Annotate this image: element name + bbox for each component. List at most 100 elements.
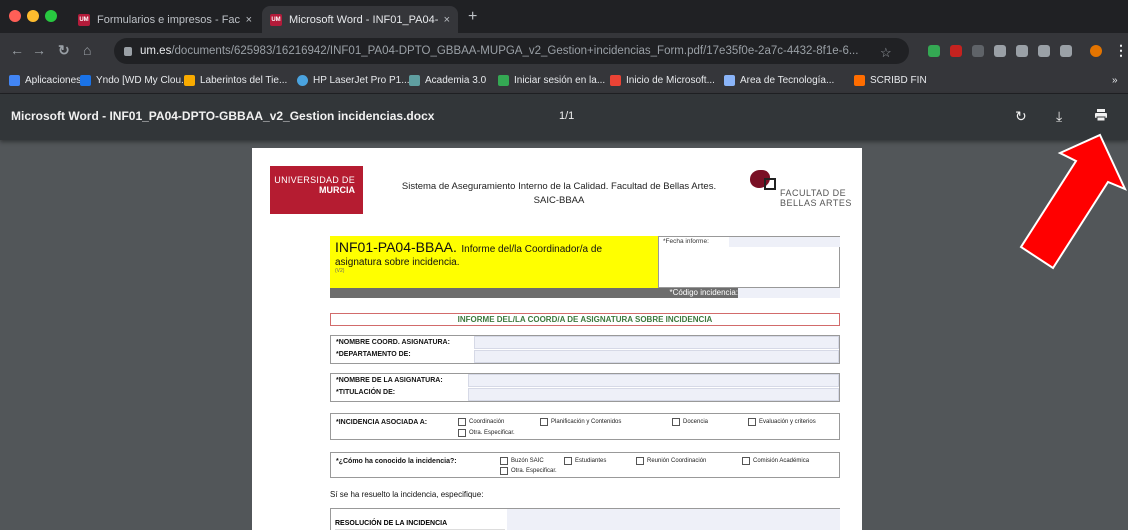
bookmark-aplicaciones[interactable]: Aplicaciones bbox=[9, 75, 81, 86]
bookmark-area-tecnologia[interactable]: Area de Tecnología... bbox=[724, 75, 834, 86]
extension-icon[interactable] bbox=[1016, 45, 1028, 57]
lock-icon bbox=[124, 46, 132, 56]
option-coordinacion[interactable]: Coordinación bbox=[458, 418, 504, 426]
bookmark-academia[interactable]: Academia 3.0 bbox=[409, 75, 486, 86]
titulacion-field[interactable] bbox=[468, 388, 839, 401]
scribd-icon bbox=[854, 75, 865, 86]
resolucion-label: RESOLUCIÓN DE LA INCIDENCIA bbox=[335, 520, 448, 527]
home-icon[interactable]: ⌂ bbox=[83, 42, 91, 58]
bookmark-label: Yndo [WD My Clou... bbox=[96, 75, 190, 86]
page-indicator: 1/1 bbox=[559, 110, 575, 122]
browser-tab-bar: UM Formularios e impresos - Faculta × UM… bbox=[0, 0, 1128, 33]
bookmark-star-icon[interactable]: ☆ bbox=[880, 45, 892, 61]
tab-formularios[interactable]: UM Formularios e impresos - Faculta × bbox=[70, 6, 260, 33]
extension-icon[interactable] bbox=[1060, 45, 1072, 57]
section-title: INFORME DEL/LA COORD/A DE ASIGNATURA SOB… bbox=[330, 313, 840, 326]
pdf-title: Microsoft Word - INF01_PA04-DPTO-GBBAA_v… bbox=[11, 109, 435, 123]
extension-icon[interactable] bbox=[928, 45, 940, 57]
faculty-line: BELLAS ARTES bbox=[780, 198, 852, 208]
bookmark-iniciar-sesion[interactable]: Iniciar sesión en la... bbox=[498, 75, 605, 86]
resolucion-field[interactable] bbox=[507, 509, 840, 530]
minimize-window-button[interactable] bbox=[27, 10, 39, 22]
option-comision[interactable]: Comisión Académica bbox=[742, 457, 809, 465]
bookmark-label: SCRIBD FIN bbox=[870, 75, 927, 86]
office-icon bbox=[610, 75, 621, 86]
rotate-icon[interactable]: ↻ bbox=[1015, 108, 1027, 125]
reload-icon[interactable]: ↻ bbox=[58, 42, 70, 59]
checkbox[interactable] bbox=[500, 467, 508, 475]
bookmark-label: Iniciar sesión en la... bbox=[514, 75, 606, 86]
checkbox[interactable] bbox=[458, 429, 466, 437]
close-tab-icon[interactable]: × bbox=[246, 14, 252, 26]
browser-menu-icon[interactable]: ⋮ bbox=[1114, 42, 1128, 59]
logo-line: MURCIA bbox=[319, 185, 355, 195]
bookmark-hp-laserjet[interactable]: HP LaserJet Pro P1... bbox=[297, 75, 410, 86]
titulacion-label: *TITULACIÓN DE: bbox=[336, 389, 396, 396]
option-label: Comisión Académica bbox=[753, 458, 810, 464]
option-evaluacion[interactable]: Evaluación y criterios bbox=[748, 418, 816, 426]
resuelto-text: Sí se ha resuelto la incidencia, especif… bbox=[330, 490, 484, 499]
extension-icon[interactable] bbox=[972, 45, 984, 57]
resolucion-group: RESOLUCIÓN DE LA INCIDENCIA bbox=[330, 508, 840, 530]
bookmark-label: HP LaserJet Pro P1... bbox=[313, 75, 410, 86]
option-otra[interactable]: Otra. Especificar. bbox=[458, 429, 515, 437]
option-otra[interactable]: Otra. Especificar. bbox=[500, 467, 557, 475]
nombre-coord-field[interactable] bbox=[474, 336, 839, 349]
codigo-incidencia-row: *Código incidencia: bbox=[330, 288, 840, 298]
bookmark-laberintos[interactable]: Laberintos del Tie... bbox=[184, 75, 287, 86]
checkbox[interactable] bbox=[636, 457, 644, 465]
print-icon[interactable] bbox=[1094, 108, 1108, 125]
extension-icon[interactable] bbox=[994, 45, 1006, 57]
download-icon[interactable]: ⤓ bbox=[1056, 108, 1062, 125]
forward-icon[interactable]: → bbox=[32, 42, 46, 58]
url-path: /documents/625983/16216942/INF01_PA04-DP… bbox=[171, 45, 859, 57]
fecha-field[interactable] bbox=[729, 237, 840, 247]
bookmark-label: Aplicaciones bbox=[25, 75, 82, 86]
checkbox[interactable] bbox=[742, 457, 750, 465]
close-window-button[interactable] bbox=[9, 10, 21, 22]
departamento-label: *DEPARTAMENTO DE: bbox=[336, 351, 411, 358]
fecha-informe-box: *Fecha informe: bbox=[658, 236, 840, 288]
option-reunion[interactable]: Reunión Coordinación bbox=[636, 457, 706, 465]
extension-icon[interactable] bbox=[1038, 45, 1050, 57]
um-favicon-icon: UM bbox=[78, 13, 90, 26]
address-bar[interactable]: um.es/documents/625983/16216942/INF01_PA… bbox=[114, 38, 909, 64]
option-label: Otra. Especificar. bbox=[469, 430, 515, 436]
checkbox[interactable] bbox=[748, 418, 756, 426]
maximize-window-button[interactable] bbox=[45, 10, 57, 22]
extension-icon[interactable] bbox=[950, 45, 962, 57]
departamento-field[interactable] bbox=[474, 350, 839, 363]
header-line: SAIC-BBAA bbox=[533, 195, 585, 206]
checkbox[interactable] bbox=[564, 457, 572, 465]
codigo-field[interactable] bbox=[738, 288, 840, 298]
tab-title: Microsoft Word - INF01_PA04-D bbox=[289, 13, 438, 26]
checkbox[interactable] bbox=[458, 418, 466, 426]
tab-microsoft-word[interactable]: UM Microsoft Word - INF01_PA04-D × bbox=[262, 6, 458, 33]
profile-avatar[interactable] bbox=[1090, 45, 1102, 57]
fecha-label: *Fecha informe: bbox=[663, 238, 709, 245]
option-docencia[interactable]: Docencia bbox=[672, 418, 708, 426]
bookmark-yndo[interactable]: Yndo [WD My Clou... bbox=[80, 75, 189, 86]
option-planificacion[interactable]: Planificación y Contenidos bbox=[540, 418, 621, 426]
new-tab-button[interactable]: + bbox=[468, 8, 477, 26]
checkbox[interactable] bbox=[540, 418, 548, 426]
close-tab-icon[interactable]: × bbox=[444, 14, 450, 26]
form-version: (V2) bbox=[335, 268, 345, 274]
bookmark-scribd[interactable]: SCRIBD FIN bbox=[854, 75, 927, 86]
checkbox[interactable] bbox=[500, 457, 508, 465]
university-logo: UNIVERSIDAD DE MURCIA bbox=[270, 166, 363, 214]
checkbox[interactable] bbox=[672, 418, 680, 426]
more-bookmarks-button[interactable]: » bbox=[1112, 75, 1118, 86]
bookmark-label: Area de Tecnología... bbox=[740, 75, 835, 86]
option-label: Coordinación bbox=[469, 419, 505, 425]
codigo-label: *Código incidencia: bbox=[669, 288, 739, 297]
back-icon[interactable]: ← bbox=[10, 42, 24, 58]
nombre-asignatura-field[interactable] bbox=[468, 374, 839, 387]
option-label: Reunión Coordinación bbox=[647, 458, 707, 464]
option-buzon-saic[interactable]: Buzón SAIC bbox=[500, 457, 544, 465]
option-label: Otra. Especificar. bbox=[511, 468, 557, 474]
apps-grid-icon bbox=[9, 75, 20, 86]
bookmark-inicio-microsoft[interactable]: Inicio de Microsoft... bbox=[610, 75, 715, 86]
faculty-logo: FACULTAD DE BELLAS ARTES bbox=[744, 166, 854, 214]
option-estudiantes[interactable]: Estudiantes bbox=[564, 457, 606, 465]
